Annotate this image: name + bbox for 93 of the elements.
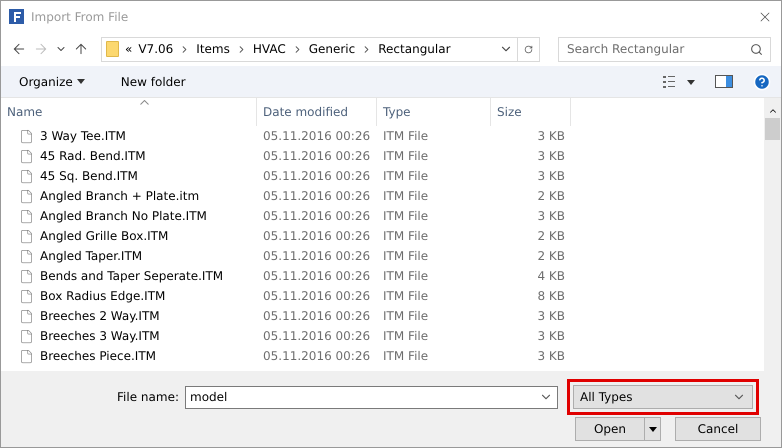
size-cell-text: 3 KB bbox=[536, 169, 566, 183]
breadcrumb-segment[interactable]: Items bbox=[196, 42, 230, 56]
preview-pane-icon[interactable] bbox=[715, 75, 733, 88]
back-arrow-icon[interactable] bbox=[11, 41, 27, 57]
size-cell-text: 8 KB bbox=[536, 289, 566, 303]
open-options-button[interactable] bbox=[645, 417, 661, 441]
open-button[interactable]: Open bbox=[575, 417, 645, 441]
file-type-dropdown[interactable]: All Types bbox=[573, 385, 753, 409]
date-cell-text: 05.11.2016 00:26 bbox=[262, 289, 372, 303]
window-title: Import From File bbox=[31, 10, 130, 24]
help-icon[interactable] bbox=[753, 72, 771, 90]
date-cell-text: 05.11.2016 00:26 bbox=[262, 169, 372, 183]
date-cell-text: 05.11.2016 00:26 bbox=[262, 189, 372, 203]
column-header[interactable]: Type bbox=[377, 98, 491, 126]
file-icon bbox=[19, 208, 34, 224]
file-icon bbox=[19, 288, 34, 304]
search-icon bbox=[750, 42, 763, 56]
file-icon bbox=[19, 248, 34, 264]
cancel-button[interactable]: Cancel bbox=[675, 417, 761, 441]
breadcrumb-segment[interactable]: Rectangular bbox=[378, 42, 451, 56]
breadcrumb-segment[interactable]: Generic bbox=[308, 42, 356, 56]
type-cell-text: ITM File bbox=[382, 249, 430, 263]
size-cell-text: 3 KB bbox=[536, 129, 566, 143]
file-name[interactable]: Angled Taper.ITM bbox=[40, 249, 142, 263]
file-name[interactable]: Breeches Piece.ITM bbox=[40, 349, 156, 363]
date-cell-text: 05.11.2016 00:26 bbox=[262, 229, 372, 243]
date-cell-text: 05.11.2016 00:26 bbox=[262, 129, 372, 143]
file-name[interactable]: 45 Rad. Bend.ITM bbox=[40, 149, 146, 163]
type-cell-text: ITM File bbox=[382, 129, 430, 143]
up-arrow-icon[interactable] bbox=[73, 41, 89, 57]
file-icon bbox=[19, 188, 34, 204]
type-cell-text: ITM File bbox=[382, 329, 430, 343]
size-cell-text: 3 KB bbox=[536, 309, 566, 323]
size-cell-text: 3 KB bbox=[536, 329, 566, 343]
size-cell-text: 4 KB bbox=[536, 269, 566, 283]
file-name[interactable]: 3 Way Tee.ITM bbox=[40, 129, 126, 143]
file-name[interactable]: Bends and Taper Seperate.ITM bbox=[40, 269, 224, 283]
size-cell-text: 2 KB bbox=[536, 249, 566, 263]
size-cell-text: 3 KB bbox=[536, 149, 566, 163]
breadcrumb-segment[interactable]: HVAC bbox=[252, 42, 286, 56]
file-name[interactable]: Breeches 3 Way.ITM bbox=[40, 329, 160, 343]
file-icon bbox=[19, 128, 34, 144]
size-cell-text: 2 KB bbox=[536, 189, 566, 203]
file-name[interactable]: Breeches 2 Way.ITM bbox=[40, 309, 160, 323]
caret-icon bbox=[76, 79, 85, 84]
column-header[interactable]: Size bbox=[491, 98, 571, 126]
date-cell-text: 05.11.2016 00:26 bbox=[262, 209, 372, 223]
file-icon bbox=[19, 348, 34, 364]
type-cell-text: ITM File bbox=[382, 349, 430, 363]
new-folder-button[interactable]: New folder bbox=[112, 72, 194, 90]
file-name[interactable]: Box Radius Edge.ITM bbox=[40, 289, 166, 303]
file-icon bbox=[19, 268, 34, 284]
date-cell-text: 05.11.2016 00:26 bbox=[262, 329, 372, 343]
file-icon bbox=[19, 308, 34, 324]
date-cell-text: 05.11.2016 00:26 bbox=[262, 269, 372, 283]
file-icon bbox=[19, 228, 34, 244]
type-cell-text: ITM File bbox=[382, 309, 430, 323]
date-cell-text: 05.11.2016 00:26 bbox=[262, 149, 372, 163]
file-icon bbox=[19, 148, 34, 164]
file-name[interactable]: Angled Branch No Plate.ITM bbox=[40, 209, 207, 223]
address-bar[interactable]: « V7.06 Items HVAC Generic Rectangular bbox=[101, 36, 540, 62]
view-options-icon[interactable] bbox=[663, 76, 695, 88]
date-cell-text: 05.11.2016 00:26 bbox=[262, 309, 372, 323]
file-name-field[interactable]: model bbox=[185, 386, 558, 408]
file-name-label: File name: bbox=[116, 390, 180, 404]
type-cell-text: ITM File bbox=[382, 169, 430, 183]
size-cell-text: 3 KB bbox=[536, 209, 566, 223]
folder-icon bbox=[106, 41, 119, 57]
type-cell-text: ITM File bbox=[382, 209, 430, 223]
type-cell-text: ITM File bbox=[382, 149, 430, 163]
search-field[interactable]: Search Rectangular bbox=[558, 36, 771, 62]
size-cell-text: 3 KB bbox=[536, 349, 566, 363]
type-cell-text: ITM File bbox=[382, 269, 430, 283]
file-name[interactable]: Angled Grille Box.ITM bbox=[40, 229, 168, 243]
type-cell-text: ITM File bbox=[382, 289, 430, 303]
column-header[interactable]: Name bbox=[1, 98, 257, 126]
scrollbar-thumb[interactable] bbox=[765, 118, 780, 140]
app-icon bbox=[9, 9, 24, 24]
size-cell-text: 2 KB bbox=[536, 229, 566, 243]
date-cell-text: 05.11.2016 00:26 bbox=[262, 249, 372, 263]
file-name[interactable]: 45 Sq. Bend.ITM bbox=[40, 169, 138, 183]
caret-icon bbox=[648, 426, 656, 432]
date-cell-text: 05.11.2016 00:26 bbox=[262, 349, 372, 363]
sort-up-icon bbox=[140, 100, 149, 105]
column-header[interactable]: Date modified bbox=[257, 98, 377, 126]
organize-button[interactable]: Organize bbox=[11, 72, 93, 90]
type-cell-text: ITM File bbox=[382, 229, 430, 243]
file-icon bbox=[19, 168, 34, 184]
file-icon bbox=[19, 328, 34, 344]
type-cell-text: ITM File bbox=[382, 189, 430, 203]
file-name[interactable]: Angled Branch + Plate.itm bbox=[40, 189, 200, 203]
breadcrumb-overflow[interactable]: « bbox=[125, 42, 132, 56]
breadcrumb-segment[interactable]: V7.06 bbox=[138, 42, 174, 56]
